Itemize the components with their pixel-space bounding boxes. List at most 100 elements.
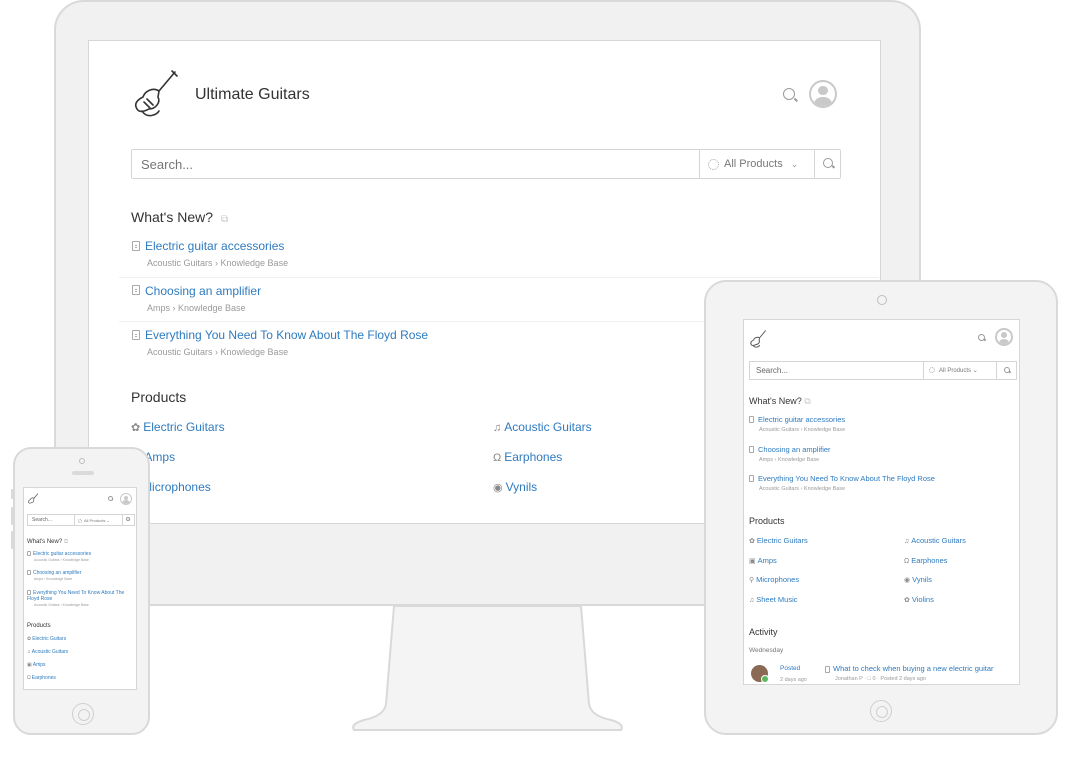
news-item-link[interactable]: Everything You Need To Know About The Fl… <box>749 474 1017 483</box>
product-violins[interactable]: ✿ Violins <box>904 595 934 604</box>
headphones-icon: Ω <box>27 675 31 681</box>
whats-new-title: What's New? <box>749 396 802 406</box>
electric-guitar-logo-icon[interactable] <box>27 493 39 505</box>
phone-camera <box>79 458 85 464</box>
rss-icon[interactable]: ⧉ <box>804 396 810 406</box>
products-heading: Products <box>27 623 51 629</box>
chevron-down-icon: ⌄ <box>106 518 110 523</box>
site-title[interactable]: Ultimate Guitars <box>195 86 310 104</box>
electric-guitar-icon: ✿ <box>749 538 755 545</box>
search-bar: Search... All Products ⌄ <box>27 514 135 526</box>
violin-icon: ✿ <box>904 597 910 604</box>
electric-guitar-logo-icon[interactable] <box>749 329 767 349</box>
product-filter-dropdown[interactable]: All Products ⌄ <box>699 150 814 178</box>
search-input[interactable]: Search... <box>756 366 788 375</box>
music-note-icon: ♫ <box>749 597 755 604</box>
user-avatar-icon[interactable] <box>120 493 132 505</box>
device-mockup-stage: Ultimate Guitars All Products⌄ What's Ne… <box>0 0 1080 765</box>
electric-guitar-icon: ✿ <box>131 422 141 434</box>
whats-new-title: What's New? <box>27 539 63 545</box>
rss-icon[interactable]: ⧉ <box>221 214 228 225</box>
product-sheet-music[interactable]: ♫ Sheet Music <box>749 595 798 604</box>
vinyl-record-icon: ◉ <box>904 577 911 584</box>
activity-post-meta: Jonathan P · □ 0 · Posted 2 days ago <box>835 676 926 682</box>
product-microphones[interactable]: ⚲Microphones <box>749 575 799 584</box>
news-item-title[interactable]: Electric guitar accessories <box>758 415 845 424</box>
news-item-breadcrumb: Acoustic Guitars › Knowledge Base <box>34 603 89 607</box>
product-acoustic-guitars[interactable]: ♫Acoustic Guitars <box>27 649 68 655</box>
document-icon <box>27 570 31 576</box>
product-earphones[interactable]: ΩEarphones <box>27 675 56 681</box>
user-avatar[interactable] <box>751 665 769 683</box>
news-item-title[interactable]: Everything You Need To Know About The Fl… <box>145 328 428 342</box>
monitor-stand <box>352 605 623 731</box>
vinyl-record-icon: ◉ <box>493 482 503 494</box>
news-item-title[interactable]: Everything You Need To Know About The Fl… <box>758 474 935 483</box>
products-heading: Products <box>749 516 785 526</box>
product-amps[interactable]: ▣Amps <box>749 556 777 565</box>
search-bar: Search... All Products ⌄ <box>749 361 1017 380</box>
product-filter-dropdown[interactable]: All Products ⌄ <box>923 362 996 379</box>
product-electric-guitars[interactable]: ✿Electric Guitars <box>27 636 66 642</box>
news-item-breadcrumb: Acoustic Guitars › Knowledge Base <box>147 258 289 268</box>
news-item-title[interactable]: Choosing an amplifier <box>33 570 81 576</box>
product-label: Electric Guitars <box>32 636 67 642</box>
product-filter-dropdown[interactable]: All Products ⌄ <box>74 515 122 525</box>
headphones-icon: Ω <box>493 452 502 464</box>
product-acoustic-guitars[interactable]: ♫Acoustic Guitars <box>493 420 592 434</box>
search-icon[interactable] <box>783 88 795 100</box>
amp-icon: ▣ <box>27 662 32 668</box>
search-icon <box>1004 367 1010 373</box>
news-item-link[interactable]: Everything You Need To Know About The Fl… <box>27 590 131 602</box>
product-label: Vynils <box>505 480 538 494</box>
news-item-title[interactable]: Everything You Need To Know About The Fl… <box>27 590 124 602</box>
tablet-screen: Search... All Products ⌄ What's New? ⧉ E… <box>743 319 1020 685</box>
activity-post-link[interactable]: What to check when buying a new electric… <box>825 664 994 673</box>
news-item-breadcrumb: Acoustic Guitars › Knowledge Base <box>34 558 89 562</box>
electric-guitar-icon: ✿ <box>27 636 32 642</box>
activity-action: Posted <box>780 665 801 672</box>
news-item-link[interactable]: Choosing an amplifier <box>749 445 1017 454</box>
news-item-link[interactable]: Electric guitar accessories <box>749 415 1017 424</box>
product-label: Violins <box>911 595 934 604</box>
search-input[interactable]: Search... <box>32 517 52 523</box>
news-item-title[interactable]: Electric guitar accessories <box>145 239 284 253</box>
electric-guitar-logo-icon[interactable] <box>131 69 179 119</box>
news-item-title[interactable]: Choosing an amplifier <box>758 445 831 454</box>
headphones-icon: Ω <box>904 558 910 565</box>
product-acoustic-guitars[interactable]: ♫Acoustic Guitars <box>904 536 966 545</box>
product-filter-label: All Products <box>84 518 106 523</box>
news-item: Electric guitar accessories Acoustic Gui… <box>749 415 1017 445</box>
user-avatar-icon[interactable] <box>995 328 1013 346</box>
product-electric-guitars[interactable]: ✿Electric Guitars <box>131 420 225 434</box>
product-electric-guitars[interactable]: ✿Electric Guitars <box>749 536 808 545</box>
search-button[interactable] <box>996 362 1017 379</box>
search-bar: All Products ⌄ <box>131 149 841 179</box>
product-vynils[interactable]: ◉ Vynils <box>493 480 537 494</box>
rss-icon[interactable]: ⧉ <box>64 539 68 545</box>
document-icon <box>749 445 754 453</box>
acoustic-guitar-icon: ♫ <box>904 538 910 545</box>
news-item-breadcrumb: Amps › Knowledge Base <box>759 456 820 463</box>
product-vynils[interactable]: ◉ Vynils <box>904 575 932 584</box>
product-earphones[interactable]: ΩEarphones <box>493 450 562 464</box>
news-item-link[interactable]: Electric guitar accessories <box>132 233 879 253</box>
activity-post-title[interactable]: What to check when buying a new electric… <box>833 664 994 673</box>
search-input[interactable] <box>141 157 681 172</box>
activity-time: 2 days ago <box>780 677 807 683</box>
products-heading: Products <box>131 389 187 405</box>
document-icon <box>27 590 31 596</box>
search-button[interactable] <box>122 515 134 525</box>
news-item-title[interactable]: Electric guitar accessories <box>33 551 91 557</box>
product-label: Sheet Music <box>756 595 798 604</box>
whats-new-heading: What's New? ⧉ <box>27 539 68 546</box>
product-label: Earphones <box>31 675 56 681</box>
user-avatar-icon[interactable] <box>809 80 837 108</box>
news-item-title[interactable]: Choosing an amplifier <box>145 284 261 298</box>
product-amps[interactable]: ▣Amps <box>27 662 46 668</box>
document-icon <box>132 285 140 296</box>
search-button[interactable] <box>814 150 841 178</box>
product-earphones[interactable]: ΩEarphones <box>904 556 948 565</box>
search-icon[interactable] <box>108 496 113 501</box>
search-icon[interactable] <box>978 334 985 341</box>
